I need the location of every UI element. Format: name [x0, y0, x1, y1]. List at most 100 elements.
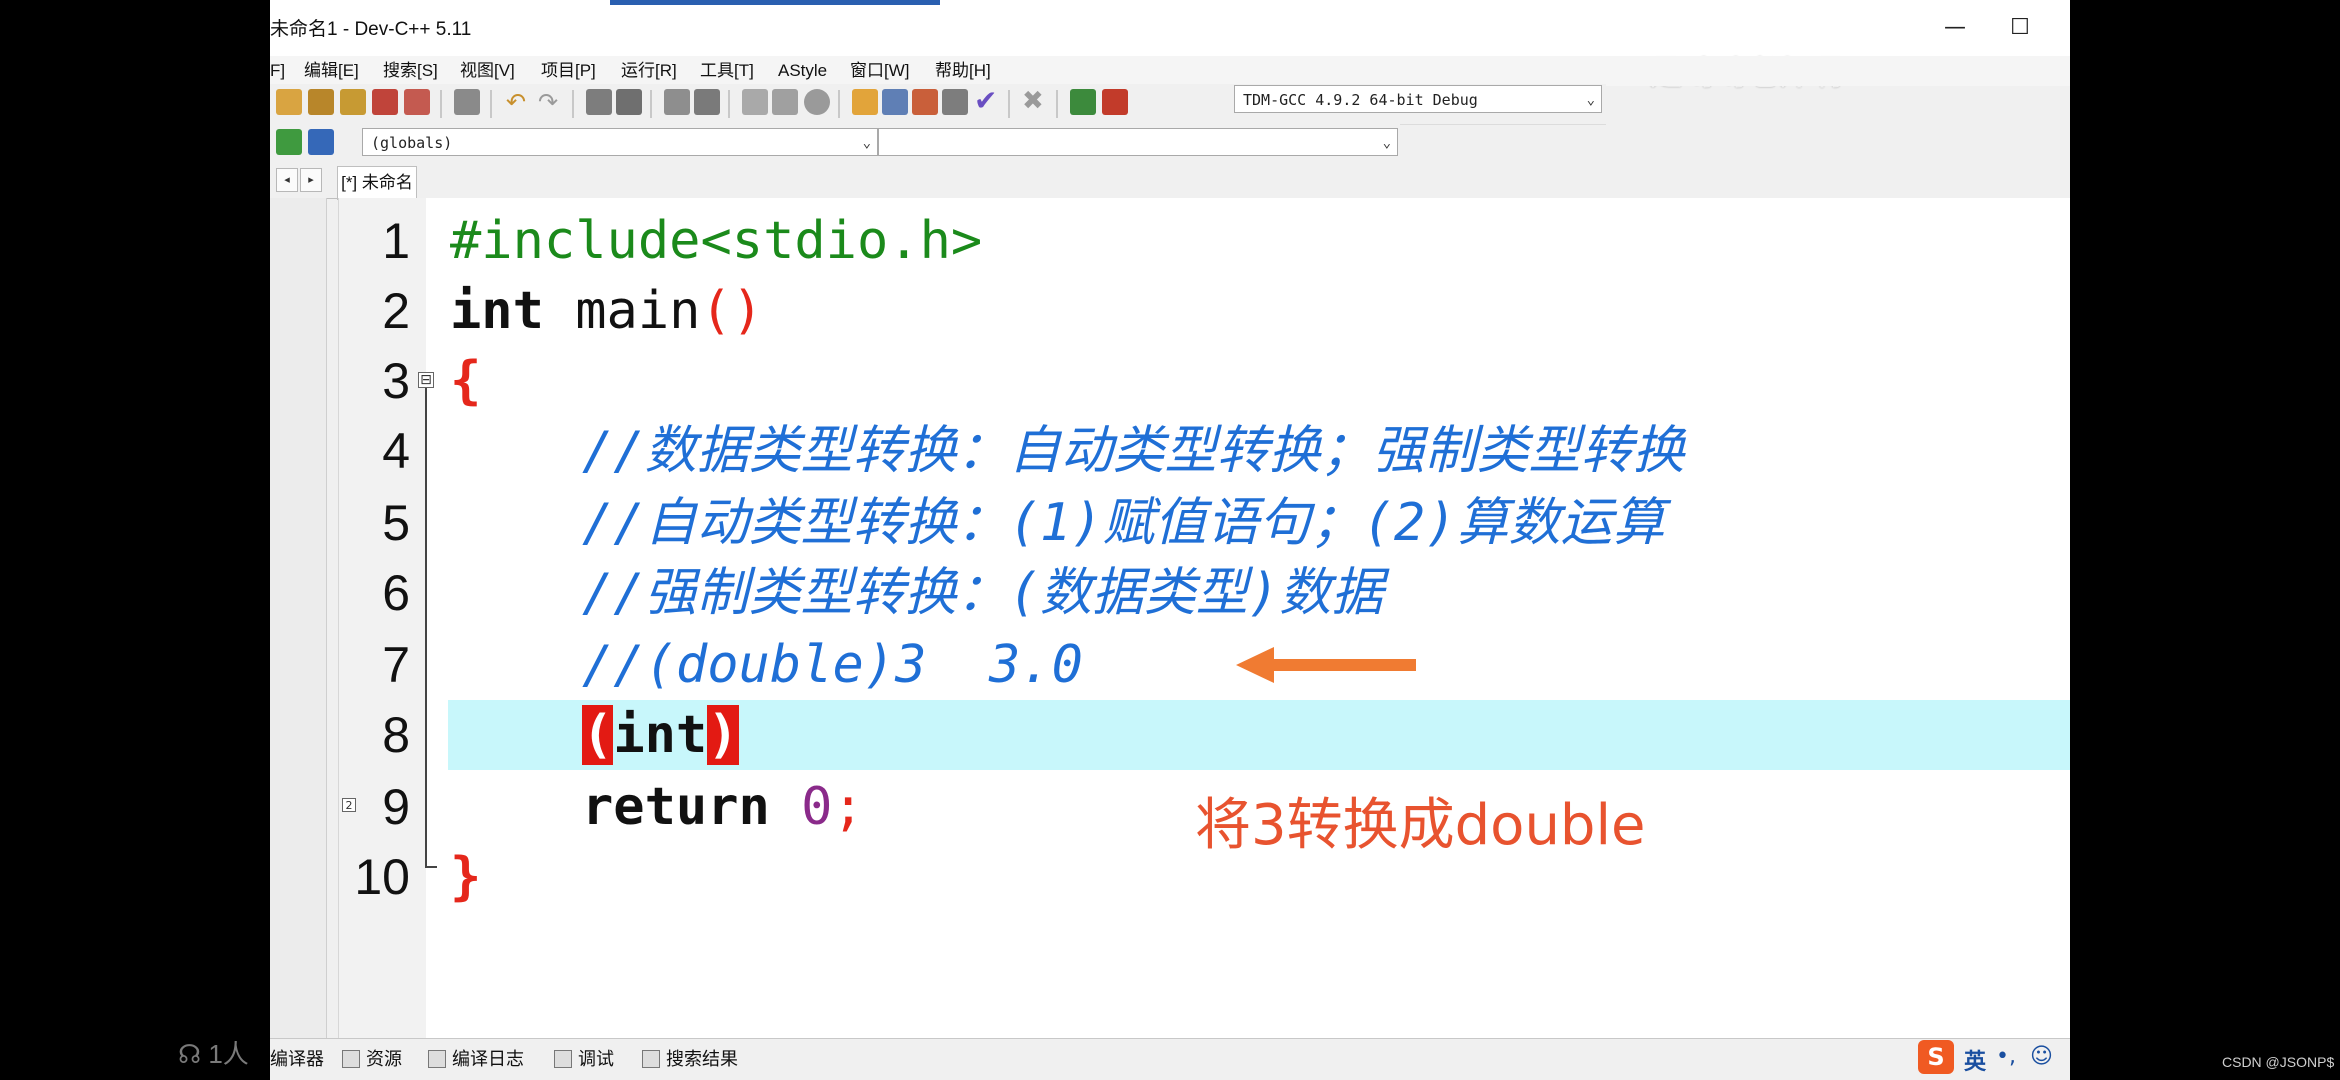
- undo-icon[interactable]: ↶: [506, 88, 526, 116]
- menu-edit[interactable]: 编辑[E]: [304, 56, 359, 86]
- insert-icon[interactable]: [276, 129, 302, 155]
- line-number: 1: [382, 213, 410, 269]
- comment: //(double)3 3.0: [582, 635, 1083, 695]
- debug-icon[interactable]: [1102, 89, 1128, 115]
- scope-select-value: (globals): [371, 134, 453, 152]
- parens: (): [700, 281, 764, 341]
- member-select[interactable]: ⌄: [878, 128, 1398, 156]
- code-line-4: //数据类型转换：自动类型转换；强制类型转换: [582, 416, 1685, 486]
- ime-logo-icon[interactable]: S: [1918, 1040, 1954, 1074]
- keyword-int: int: [613, 705, 708, 765]
- menu-view[interactable]: 视图[V]: [460, 56, 515, 86]
- window-accent-bar: [610, 0, 940, 5]
- tab-search-results-label: 搜索结果: [666, 1049, 738, 1069]
- code-line-1: #include<stdio.h>: [450, 206, 982, 276]
- replace-icon[interactable]: [616, 89, 642, 115]
- chart-icon: [428, 1050, 446, 1068]
- close-brace: }: [450, 847, 482, 907]
- keyword-return: return: [582, 777, 770, 837]
- tab-resources-label: 资源: [366, 1049, 402, 1069]
- include-directive: #include<stdio.h>: [450, 211, 983, 271]
- class-browser-icon[interactable]: [882, 89, 908, 115]
- save-icon[interactable]: [308, 89, 334, 115]
- menu-astyle[interactable]: AStyle: [778, 56, 827, 86]
- stop-icon[interactable]: ✖: [1022, 86, 1044, 116]
- save-all-icon[interactable]: [340, 89, 366, 115]
- menu-tools[interactable]: 工具[T]: [700, 56, 754, 86]
- indent-icon[interactable]: [664, 89, 690, 115]
- source-tag: CSDN @JSONP$: [2222, 1054, 2335, 1070]
- fold-guide-line: [425, 388, 427, 868]
- annotation-text: 将3转换成double: [1195, 793, 1646, 858]
- line-number: 6: [382, 565, 410, 621]
- line-number: 7: [382, 637, 410, 693]
- grid-icon[interactable]: [942, 89, 968, 115]
- window-title: 未命名1 - Dev-C++ 5.11: [270, 19, 472, 40]
- line-number: 4: [382, 423, 410, 479]
- comment: //自动类型转换：(1)赋值语句；(2)算数运算: [582, 493, 1665, 553]
- tab-resources[interactable]: 资源: [342, 1044, 402, 1074]
- unindent-icon[interactable]: [694, 89, 720, 115]
- tab-scroll-left-button[interactable]: ◂: [276, 168, 298, 192]
- resources-icon: [342, 1050, 360, 1068]
- screen-recording-frame: 未命名1 - Dev-C++ 5.11 — ☐ 是琦琦老师啊 F] 编辑[E] …: [270, 0, 2070, 1080]
- fold-toggle-icon[interactable]: ⊟: [418, 372, 434, 388]
- tab-scroll-right-button[interactable]: ▸: [300, 168, 322, 192]
- ime-emoji-icon[interactable]: ☺: [2030, 1044, 2053, 1069]
- compile-check-icon[interactable]: ✔: [974, 84, 997, 117]
- tab-search-results[interactable]: 搜索结果: [642, 1044, 738, 1074]
- close-all-icon[interactable]: [404, 89, 430, 115]
- line-number: 5: [382, 495, 410, 551]
- menu-run[interactable]: 运行[R]: [621, 56, 677, 86]
- arrow-left-icon: [1236, 647, 1416, 683]
- menu-project[interactable]: 项目[P]: [541, 56, 596, 86]
- tab-compile-log[interactable]: 编译日志: [428, 1044, 524, 1074]
- matched-paren-close: ): [707, 705, 739, 765]
- code-line-9: return 0;: [582, 772, 864, 842]
- line-number: 10: [354, 849, 410, 905]
- compiler-select[interactable]: TDM-GCC 4.9.2 64-bit Debug ⌄: [1234, 85, 1602, 113]
- menu-window[interactable]: 窗口[W]: [850, 56, 910, 86]
- toolbar-separator: [1056, 90, 1058, 118]
- file-tab-strip: [270, 164, 2070, 199]
- bookmark-badge: 2: [342, 798, 356, 812]
- menu-help[interactable]: 帮助[H]: [935, 56, 991, 86]
- tab-debug[interactable]: 调试: [554, 1044, 614, 1074]
- find-icon[interactable]: [586, 89, 612, 115]
- tab-compiler[interactable]: 编译器: [270, 1044, 324, 1074]
- scope-select[interactable]: (globals) ⌄: [362, 128, 878, 156]
- profile-chart-icon[interactable]: [1070, 89, 1096, 115]
- fold-guide-end: [425, 866, 437, 868]
- line-number: 3: [382, 353, 410, 409]
- people-icon: ☊: [178, 1039, 209, 1069]
- toolbar-separator: [1008, 90, 1010, 118]
- check-icon: [554, 1050, 572, 1068]
- tab-compiler-label: 编译器: [270, 1049, 324, 1069]
- code-line-7: //(double)3 3.0: [582, 630, 1083, 700]
- menu-file[interactable]: F]: [270, 56, 285, 86]
- toolbar-separator: [490, 90, 492, 118]
- open-project-icon[interactable]: [276, 89, 302, 115]
- toolbar-separator: [572, 90, 574, 118]
- ime-language-toggle[interactable]: 英: [1964, 1044, 1986, 1076]
- keyword-int: int: [450, 281, 544, 341]
- menu-search[interactable]: 搜索[S]: [383, 56, 438, 86]
- redo-icon[interactable]: ↷: [538, 88, 558, 116]
- tab-debug-label: 调试: [578, 1049, 614, 1069]
- toolbar-separator: [728, 90, 730, 118]
- goto-icon[interactable]: [308, 129, 334, 155]
- project-options-icon[interactable]: [912, 89, 938, 115]
- uncomment-icon[interactable]: [772, 89, 798, 115]
- print-icon[interactable]: [454, 89, 480, 115]
- comment: //数据类型转换：自动类型转换；强制类型转换: [582, 421, 1685, 481]
- ime-punctuation-icon[interactable]: •,: [1996, 1044, 2016, 1069]
- toggle-bookmark-icon[interactable]: [804, 89, 830, 115]
- close-file-icon[interactable]: [372, 89, 398, 115]
- semicolon: ;: [832, 777, 864, 837]
- project-panel[interactable]: [270, 198, 327, 1038]
- toggle-comment-icon[interactable]: [742, 89, 768, 115]
- new-project-icon[interactable]: [852, 89, 878, 115]
- tab-untitled1[interactable]: [*] 未命名1: [337, 166, 417, 224]
- number-literal: 0: [801, 777, 833, 837]
- chevron-down-icon: ⌄: [1382, 135, 1391, 151]
